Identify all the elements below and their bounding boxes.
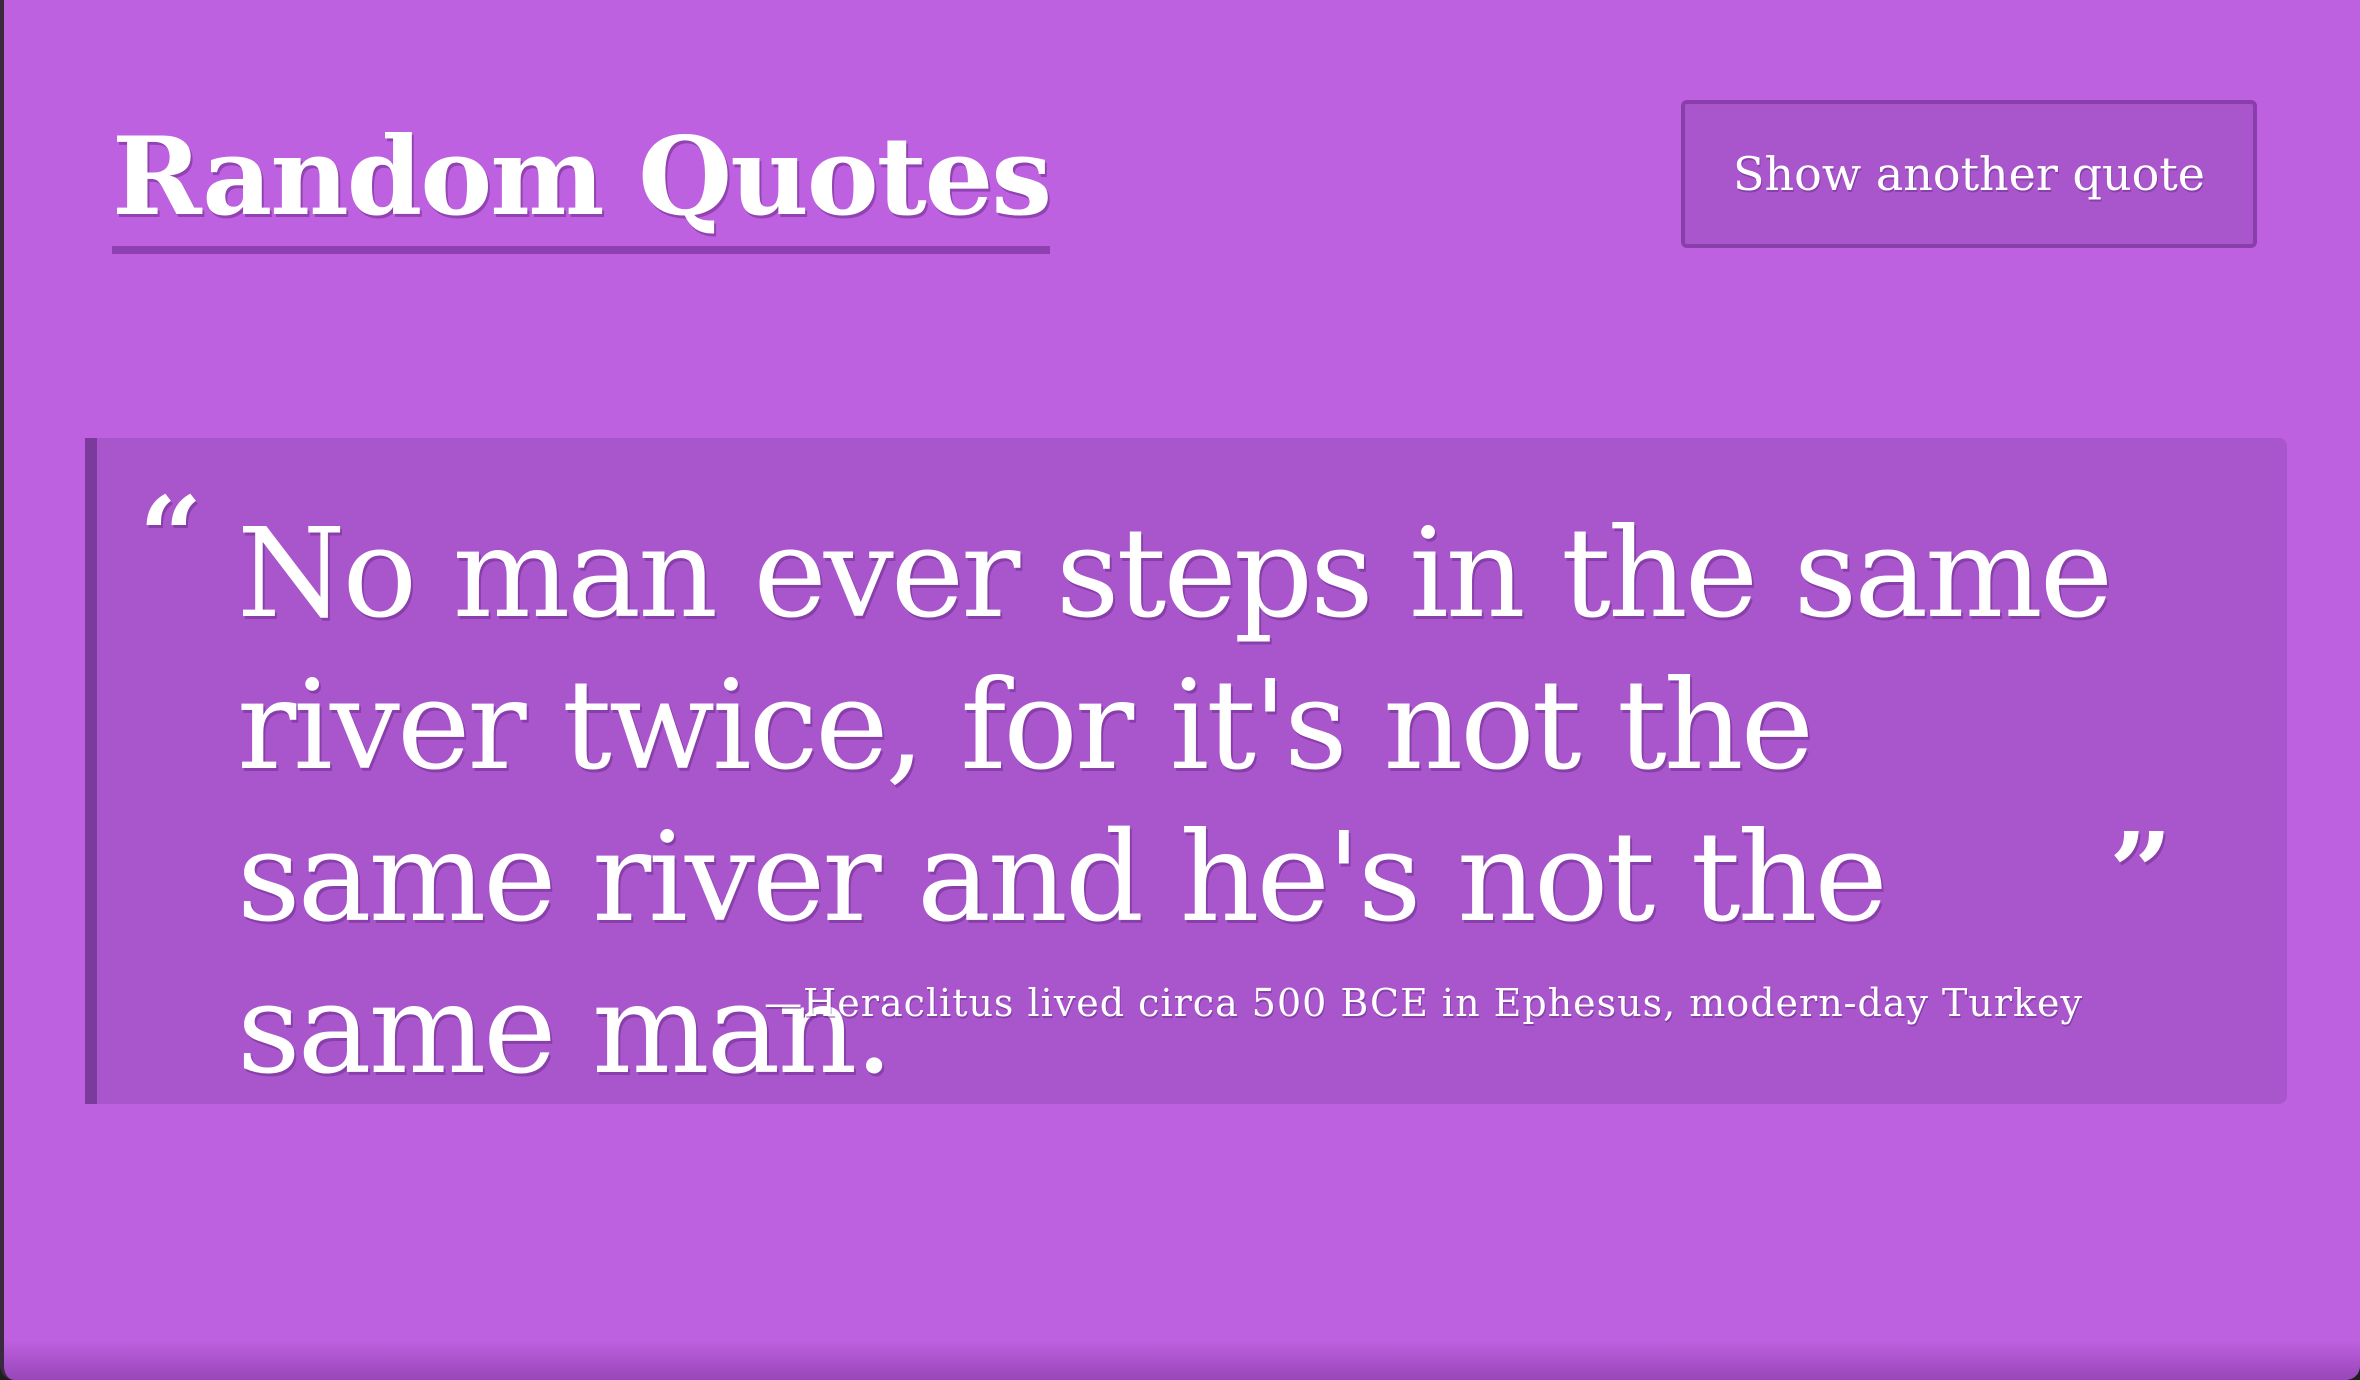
show-another-quote-button[interactable]: Show another quote xyxy=(1681,100,2257,248)
close-quote-icon: ” xyxy=(2109,808,2173,937)
quote-attribution: —Heraclitus lived circa 500 BCE in Ephes… xyxy=(764,981,2083,1025)
app-window: Random Quotes Show another quote “ No ma… xyxy=(0,0,2360,1380)
open-quote-icon: “ xyxy=(139,472,203,601)
page-title: Random Quotes xyxy=(112,112,1052,254)
quote-card: “ No man ever steps in the same river tw… xyxy=(85,438,2287,1104)
